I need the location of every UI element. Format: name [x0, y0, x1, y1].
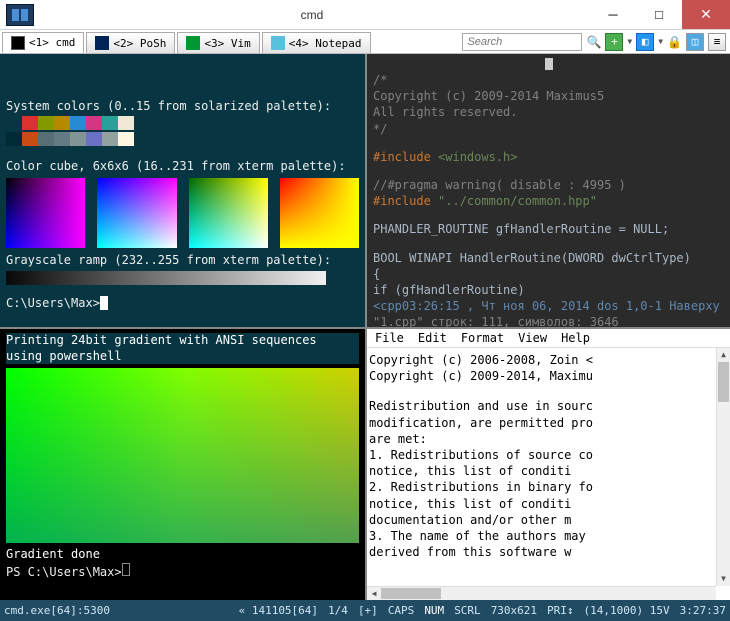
- powershell-icon: [95, 36, 109, 50]
- posh-text: Gradient done: [6, 547, 359, 563]
- search-icon[interactable]: 🔍: [586, 35, 601, 49]
- cmd-text: Color cube, 6x6x6 (16..231 from xterm pa…: [6, 158, 359, 174]
- status-pri: PRI↕: [547, 604, 574, 617]
- system-colors-row2: [6, 132, 134, 146]
- menu-view[interactable]: View: [518, 331, 547, 345]
- tab-notepad[interactable]: <4> Notepad: [262, 32, 371, 53]
- notepad-line: Copyright (c) 2009-2014, Maximu: [369, 368, 728, 384]
- vim-line: /*: [373, 72, 724, 88]
- notepad-line: documentation and/or other m: [369, 512, 728, 528]
- settings-button[interactable]: ≡: [708, 33, 726, 51]
- vim-line: if (gfHandlerRoutine): [373, 282, 724, 298]
- scroll-down-icon[interactable]: ▼: [717, 572, 730, 586]
- grayscale-ramp: [6, 271, 326, 285]
- status-bar: cmd.exe[64]:5300 « 141105[64] 1/4 [+] CA…: [0, 600, 730, 621]
- status-size: 730x621: [491, 604, 537, 617]
- notepad-body[interactable]: Copyright (c) 2006-2008, Zoin < Copyrigh…: [367, 348, 730, 600]
- notepad-line: Copyright (c) 2006-2008, Zoin <: [369, 352, 728, 368]
- tab-label: <1> cmd: [29, 36, 75, 49]
- notepad-line: 2. Redistributions in binary fo: [369, 479, 728, 495]
- dropdown-icon[interactable]: ▼: [627, 37, 632, 46]
- vertical-scrollbar[interactable]: ▲ ▼: [716, 348, 730, 586]
- tab-label: <3> Vim: [204, 37, 250, 50]
- status-item: [+]: [358, 604, 378, 617]
- notepad-line: 3. The name of the authors may: [369, 528, 728, 544]
- menu-help[interactable]: Help: [561, 331, 590, 345]
- toolbar-button-1[interactable]: ◧: [636, 33, 654, 51]
- vim-line: #include <windows.h>: [373, 149, 724, 165]
- tab-bar: <1> cmd <2> PoSh <3> Vim <4> Notepad 🔍 +…: [0, 30, 730, 54]
- cursor: [100, 296, 108, 310]
- vim-status: <cpp03:26:15 , Чт ноя 06, 2014 dos 1,0-1…: [373, 298, 724, 314]
- vim-line: All rights reserved.: [373, 104, 724, 120]
- tab-label: <4> Notepad: [289, 37, 362, 50]
- vim-line: #include "../common/common.hpp": [373, 193, 724, 209]
- scroll-left-icon[interactable]: ◀: [367, 587, 381, 600]
- posh-text: Printing 24bit gradient with ANSI sequen…: [6, 333, 359, 364]
- notepad-line: are met:: [369, 431, 728, 447]
- app-icon: [6, 4, 34, 26]
- notepad-line: Redistribution and use in sourc: [369, 398, 728, 414]
- scroll-up-icon[interactable]: ▲: [717, 348, 730, 362]
- gradient-24bit: [6, 368, 359, 543]
- tab-vim[interactable]: <3> Vim: [177, 32, 259, 53]
- vim-line: PHANDLER_ROUTINE gfHandlerRoutine = NULL…: [373, 221, 724, 237]
- vim-line: BOOL WINAPI HandlerRoutine(DWORD dwCtrlT…: [373, 250, 724, 266]
- notepad-line: 1. Redistributions of source co: [369, 447, 728, 463]
- tab-posh[interactable]: <2> PoSh: [86, 32, 175, 53]
- status-item: « 141105[64]: [239, 604, 318, 617]
- status-scrl: SCRL: [454, 604, 481, 617]
- toolbar-button-2[interactable]: ◫: [686, 33, 704, 51]
- tab-label: <2> PoSh: [113, 37, 166, 50]
- vim-line: Copyright (c) 2009-2014 Maximus5: [373, 88, 724, 104]
- notepad-menu: File Edit Format View Help: [367, 329, 730, 348]
- cmd-icon: [11, 36, 25, 50]
- dropdown-icon[interactable]: ▼: [658, 37, 663, 46]
- powershell-pane[interactable]: Printing 24bit gradient with ANSI sequen…: [0, 327, 365, 600]
- notepad-line: notice, this list of conditi: [369, 463, 728, 479]
- vim-pane[interactable]: /* Copyright (c) 2009-2014 Maximus5 All …: [365, 54, 730, 327]
- lock-icon[interactable]: 🔒: [667, 35, 682, 49]
- new-console-button[interactable]: +: [605, 33, 623, 51]
- tab-cmd[interactable]: <1> cmd: [2, 32, 84, 53]
- search-input[interactable]: [462, 33, 582, 51]
- vim-line: {: [373, 266, 724, 282]
- vim-icon: [186, 36, 200, 50]
- status-exe: cmd.exe[64]:5300: [4, 604, 110, 617]
- menu-edit[interactable]: Edit: [418, 331, 447, 345]
- menu-file[interactable]: File: [375, 331, 404, 345]
- minimize-button[interactable]: ─: [590, 0, 636, 29]
- vim-line: //#pragma warning( disable : 4995 ): [373, 177, 724, 193]
- maximize-button[interactable]: □: [636, 0, 682, 29]
- cmd-text: Grayscale ramp (232..255 from xterm pale…: [6, 252, 359, 268]
- status-caps: CAPS: [388, 604, 415, 617]
- color-cube: [6, 178, 359, 248]
- posh-prompt: PS C:\Users\Max>: [6, 565, 122, 579]
- cmd-pane[interactable]: System colors (0..15 from solarized pale…: [0, 54, 365, 327]
- vim-status: "1.cpp" строк: 111, символов: 3646: [373, 314, 724, 327]
- horizontal-scrollbar[interactable]: ◀: [367, 586, 716, 600]
- vim-line: */: [373, 121, 724, 137]
- notepad-line: modification, are permitted pro: [369, 415, 728, 431]
- window-title: cmd: [34, 8, 590, 22]
- scrollbar-thumb[interactable]: [381, 588, 441, 599]
- status-item: 1/4: [328, 604, 348, 617]
- notepad-line: derived from this software w: [369, 544, 728, 560]
- notepad-pane[interactable]: File Edit Format View Help Copyright (c)…: [365, 327, 730, 600]
- cmd-text: System colors (0..15 from solarized pale…: [6, 98, 359, 114]
- status-num: NUM: [424, 604, 444, 617]
- window-titlebar: cmd ─ □ ✕: [0, 0, 730, 30]
- status-pos: (14,1000) 15V: [584, 604, 670, 617]
- vim-cursor-top: [545, 58, 553, 70]
- notepad-icon: [271, 36, 285, 50]
- close-button[interactable]: ✕: [682, 0, 730, 29]
- cursor: [122, 563, 130, 576]
- cmd-prompt: C:\Users\Max>: [6, 296, 100, 310]
- scrollbar-thumb[interactable]: [718, 362, 729, 402]
- notepad-line: notice, this list of conditi: [369, 496, 728, 512]
- status-time: 3:27:37: [680, 604, 726, 617]
- system-colors-row: [6, 116, 134, 130]
- menu-format[interactable]: Format: [461, 331, 504, 345]
